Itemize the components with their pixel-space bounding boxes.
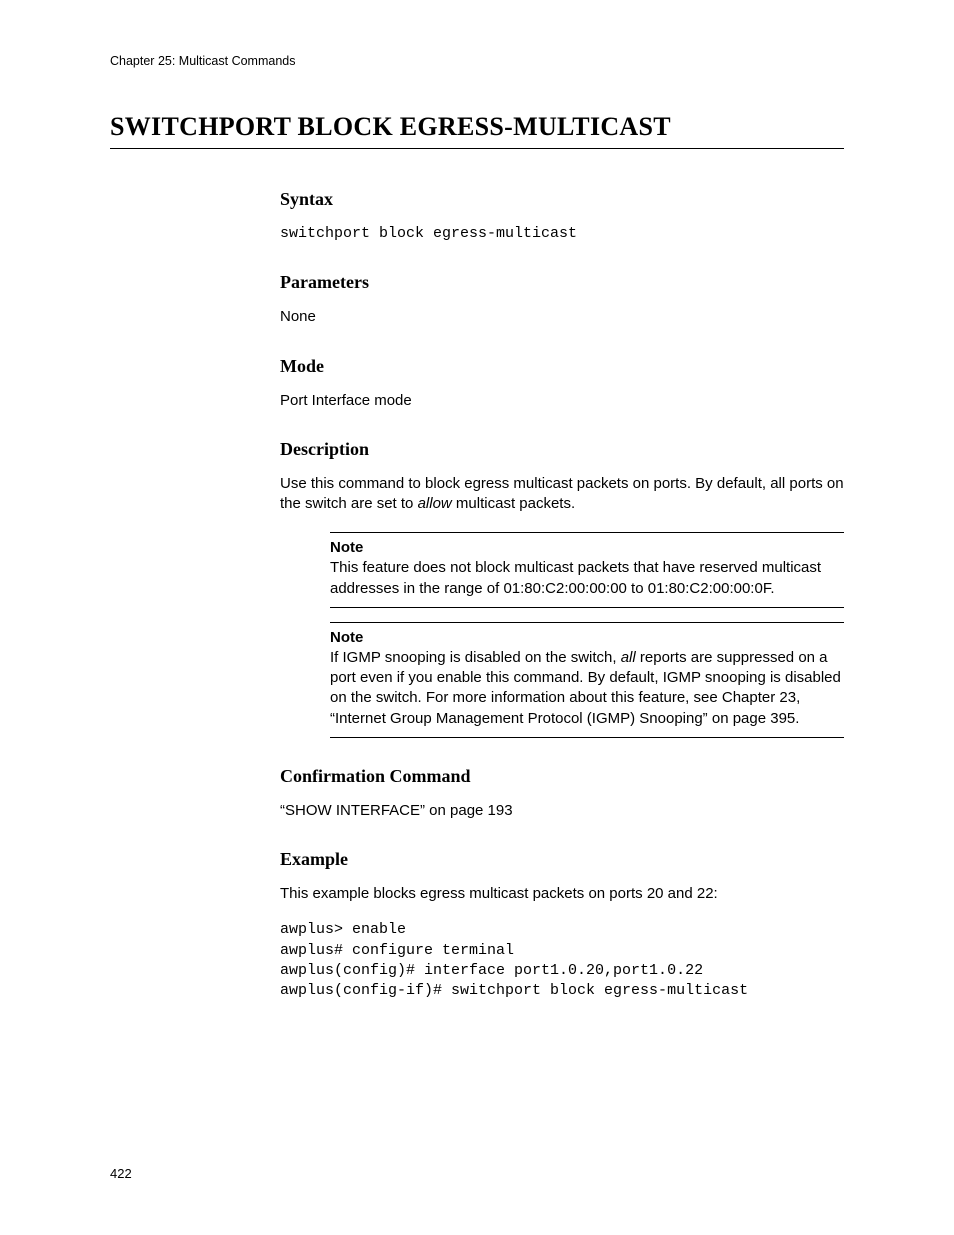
example-code: awplus> enable awplus# configure termina…: [280, 920, 844, 1001]
mode-heading: Mode: [280, 356, 844, 377]
mode-text: Port Interface mode: [280, 391, 844, 411]
note-label-2: Note: [330, 629, 844, 646]
command-title: SWITCHPORT BLOCK EGRESS-MULTICAST: [110, 112, 844, 149]
confirmation-text: “SHOW INTERFACE” on page 193: [280, 801, 844, 821]
page-number: 422: [110, 1166, 132, 1181]
description-text: Use this command to block egress multica…: [280, 474, 844, 515]
running-header: Chapter 25: Multicast Commands: [110, 54, 844, 68]
confirmation-heading: Confirmation Command: [280, 766, 844, 787]
description-text-italic: allow: [418, 495, 452, 512]
example-text: This example blocks egress multicast pac…: [280, 884, 844, 904]
syntax-code: switchport block egress-multicast: [280, 224, 844, 244]
note2-pre: If IGMP snooping is disabled on the swit…: [330, 649, 621, 666]
description-heading: Description: [280, 439, 844, 460]
content-column: Syntax switchport block egress-multicast…: [280, 189, 844, 1001]
description-text-post: multicast packets.: [452, 495, 575, 512]
page: Chapter 25: Multicast Commands SWITCHPOR…: [0, 0, 954, 1235]
note-body-1: This feature does not block multicast pa…: [330, 558, 844, 599]
parameters-text: None: [280, 307, 844, 327]
syntax-heading: Syntax: [280, 189, 844, 210]
note2-italic: all: [621, 649, 636, 666]
note-label-1: Note: [330, 539, 844, 556]
parameters-heading: Parameters: [280, 272, 844, 293]
note-block-2: Note If IGMP snooping is disabled on the…: [330, 622, 844, 738]
example-heading: Example: [280, 849, 844, 870]
note-body-2: If IGMP snooping is disabled on the swit…: [330, 648, 844, 729]
note-block-1: Note This feature does not block multica…: [330, 532, 844, 608]
